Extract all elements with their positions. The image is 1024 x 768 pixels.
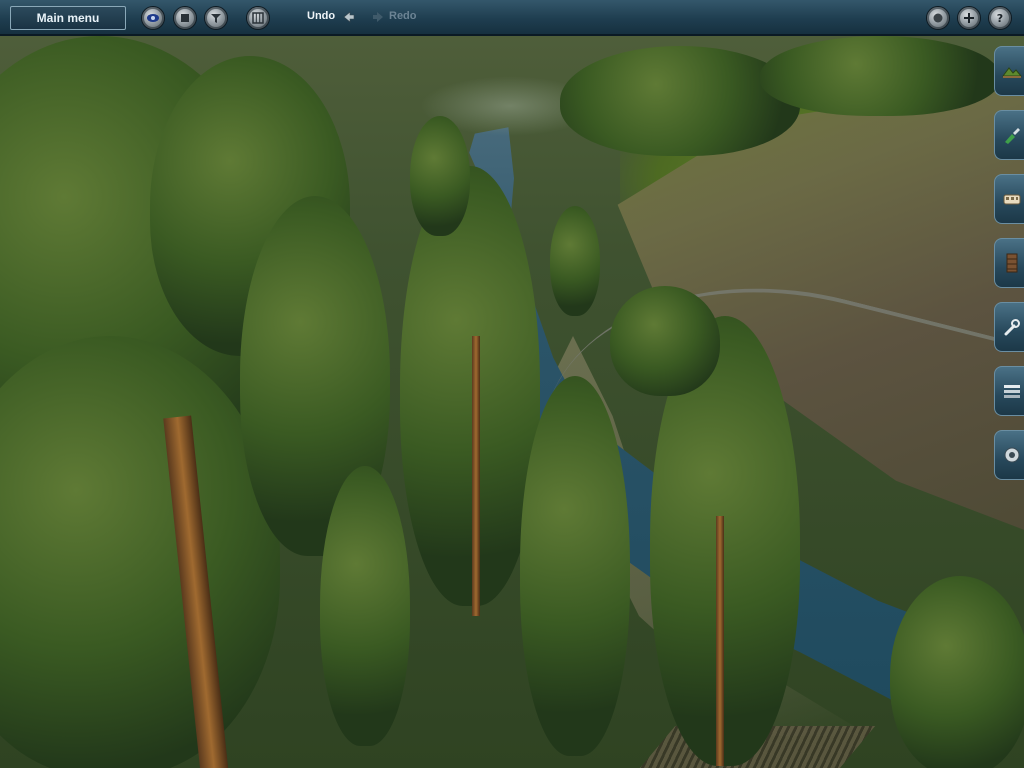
tree	[550, 206, 600, 316]
paint-icon	[1001, 124, 1023, 146]
plus-icon	[958, 7, 980, 29]
objects-icon	[1001, 188, 1023, 210]
tree	[410, 116, 470, 236]
help-icon: ?	[989, 7, 1011, 29]
tree-trunk	[716, 516, 724, 766]
tab-objects[interactable]	[994, 174, 1024, 224]
filter-icon	[205, 7, 227, 29]
tree	[760, 36, 1000, 116]
tab-terrain[interactable]	[994, 46, 1024, 96]
undo-button[interactable]: Undo	[307, 10, 335, 22]
grid-button[interactable]	[246, 6, 270, 30]
main-menu-button[interactable]: Main menu	[10, 6, 126, 30]
tree	[610, 286, 720, 396]
svg-text:?: ?	[997, 12, 1003, 24]
top-toolbar: Main menu Undo Redo ?	[0, 0, 1024, 36]
tab-track[interactable]	[994, 238, 1024, 288]
redo-arrow-icon	[371, 10, 385, 28]
undo-arrow-icon[interactable]	[342, 10, 356, 28]
filter-button[interactable]	[204, 6, 228, 30]
wrench-icon	[1001, 316, 1023, 338]
stop-button[interactable]	[173, 6, 197, 30]
tree	[560, 46, 800, 156]
tab-layers[interactable]	[994, 366, 1024, 416]
help-button[interactable]: ?	[988, 6, 1012, 30]
tab-tools[interactable]	[994, 302, 1024, 352]
route-viewport[interactable]	[0, 36, 1024, 768]
record-button[interactable]	[926, 6, 950, 30]
view-mode-button[interactable]	[141, 6, 165, 30]
redo-button: Redo	[389, 10, 417, 22]
grid-icon	[247, 7, 269, 29]
terrain-icon	[1001, 60, 1023, 82]
settings-icon	[1001, 444, 1023, 466]
tree	[400, 166, 540, 606]
layers-icon	[1001, 380, 1023, 402]
tab-settings[interactable]	[994, 430, 1024, 480]
tree-trunk	[472, 336, 480, 616]
eye-icon	[142, 7, 164, 29]
track-icon	[1001, 252, 1023, 274]
tree	[890, 576, 1024, 768]
zoom-in-button[interactable]	[957, 6, 981, 30]
tab-paint[interactable]	[994, 110, 1024, 160]
stop-icon	[174, 7, 196, 29]
tree	[320, 466, 410, 746]
tree	[520, 376, 630, 756]
record-icon	[927, 7, 949, 29]
